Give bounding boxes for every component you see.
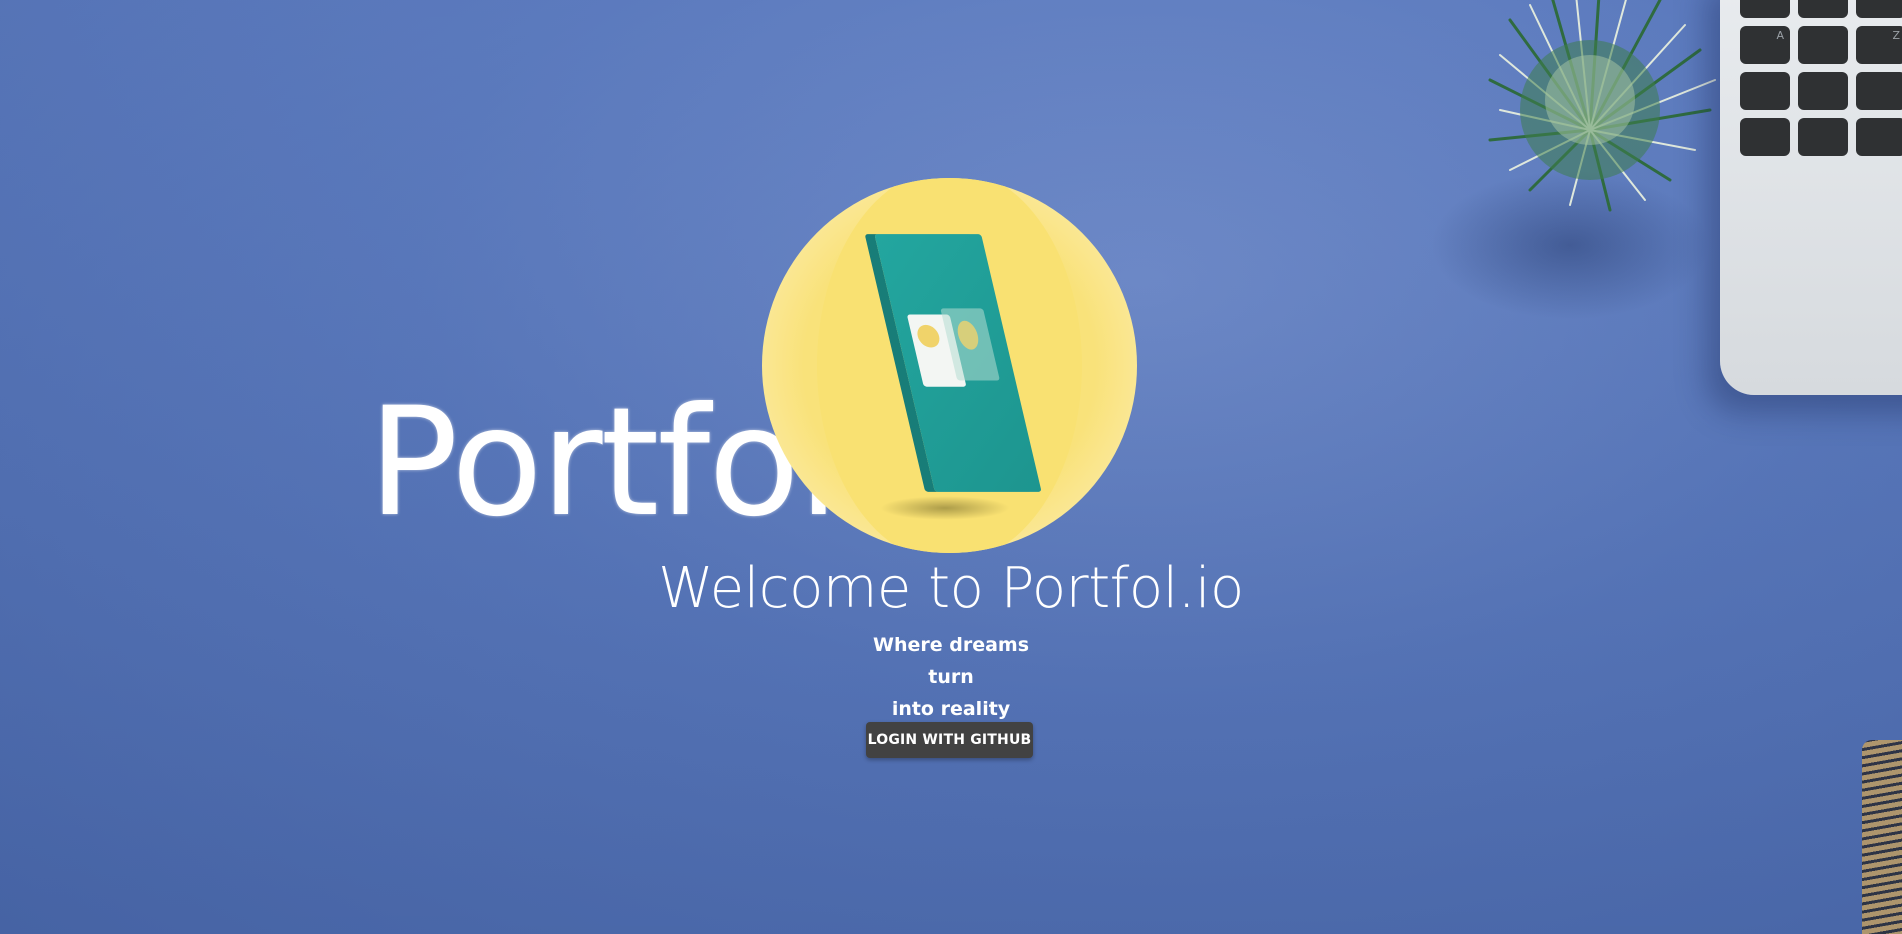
laptop-key: W [1798, 0, 1848, 18]
laptop-key [1740, 72, 1790, 110]
notebook-binding-decoration [1862, 740, 1902, 934]
tagline-line: turn [928, 666, 974, 688]
tagline-line: into reality [891, 698, 1011, 720]
laptop-key: Q [1740, 0, 1790, 18]
laptop-key [1798, 26, 1848, 64]
laptop-key: A [1740, 26, 1790, 64]
login-with-github-button[interactable]: LOGIN WITH GITHUB [866, 722, 1033, 758]
laptop-key: S [1856, 0, 1902, 18]
laptop-key [1798, 118, 1848, 156]
landing-page: Portfol A Z Welcome to Portfol.io Where … [0, 0, 1902, 934]
laptop-key [1798, 72, 1848, 110]
laptop-key [1740, 118, 1790, 156]
laptop-decoration: Q W S A Z [1720, 0, 1902, 395]
laptop-key: Z [1856, 26, 1902, 64]
laptop-key [1856, 118, 1902, 156]
laptop-key [1856, 72, 1902, 110]
plant-decoration [1488, 0, 1716, 212]
tagline: Where dreams turn into reality [0, 629, 1902, 725]
book-shadow [880, 496, 1010, 520]
page-title: Welcome to Portfol.io [658, 556, 1244, 621]
tagline-line: Where dreams [872, 634, 1030, 656]
laptop-keyboard: Q W S A Z [1740, 0, 1902, 156]
